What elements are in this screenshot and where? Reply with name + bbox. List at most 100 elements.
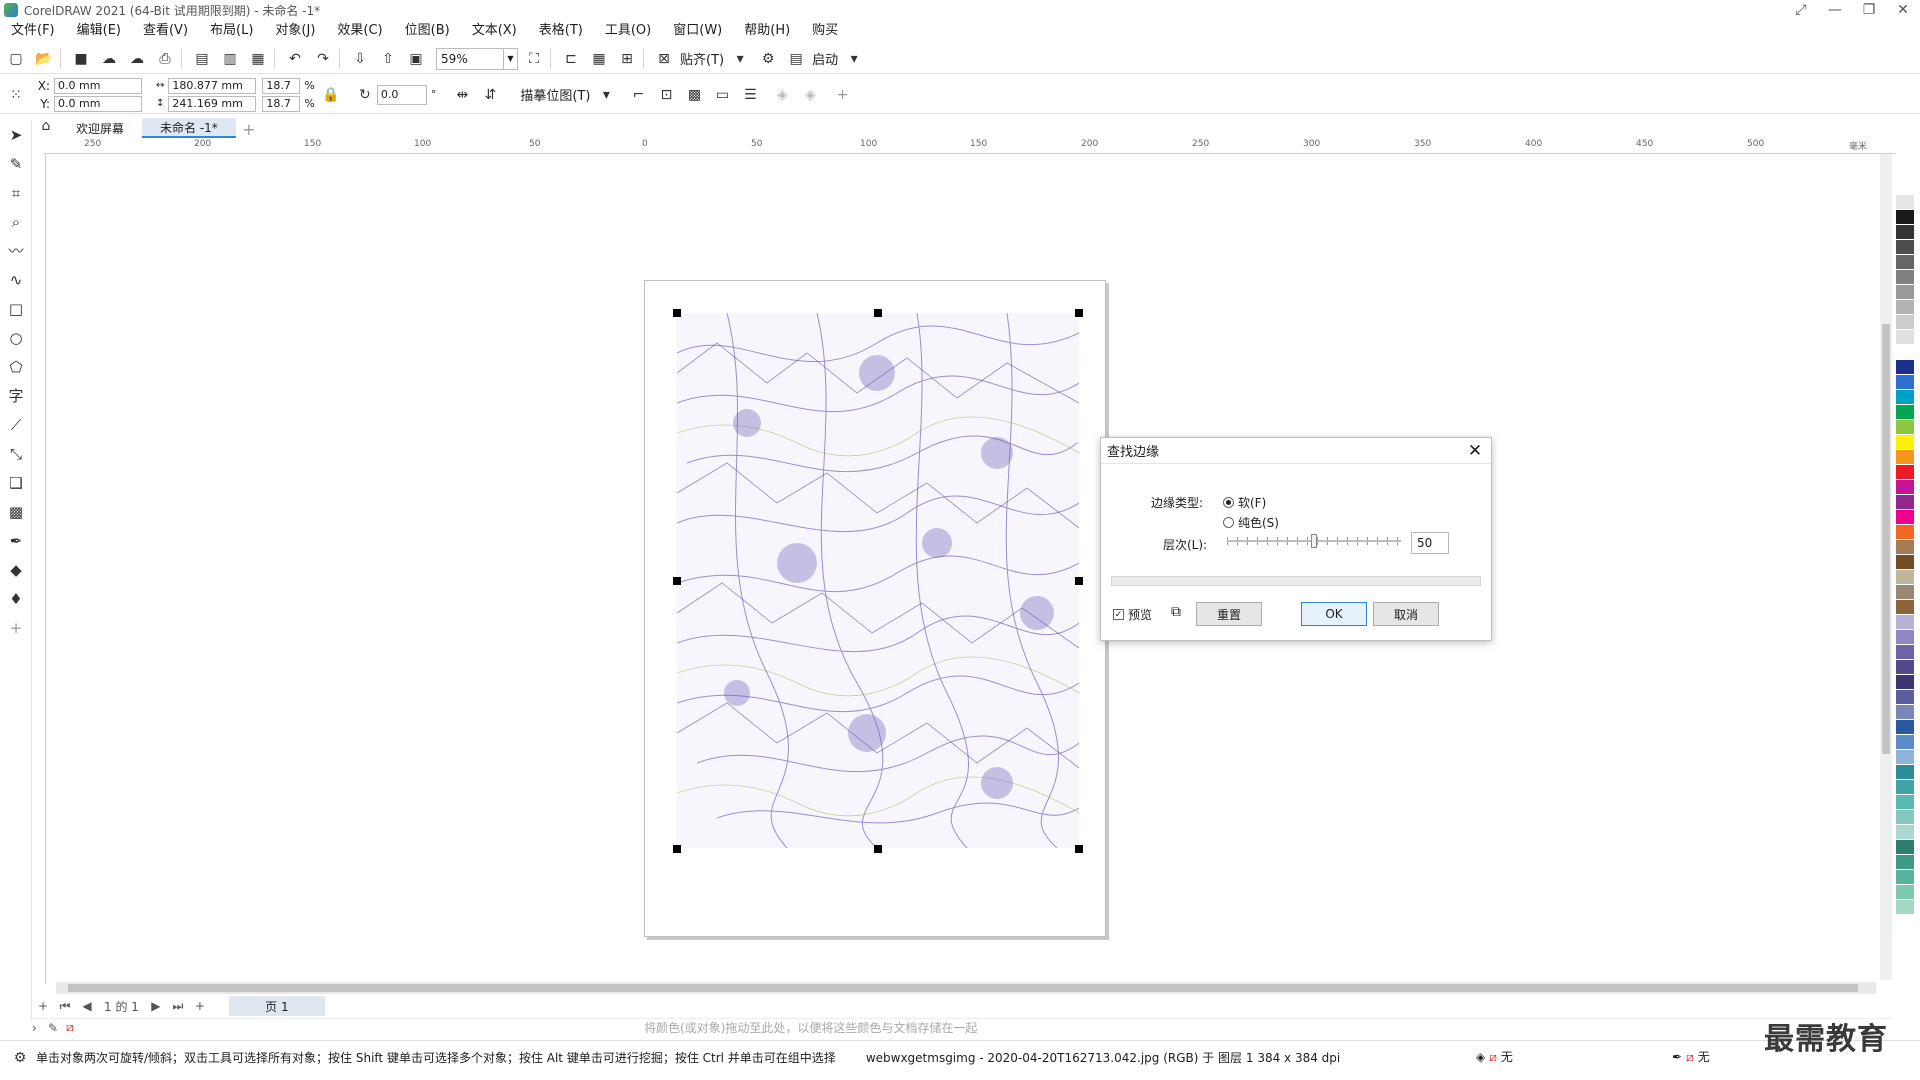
chevron-down-icon[interactable]: ▼	[503, 48, 517, 69]
color-swatch[interactable]	[1896, 315, 1914, 330]
add-page-after-icon[interactable]: +	[189, 999, 211, 1013]
mirror-vertical-icon[interactable]: ⇵	[478, 83, 502, 107]
grid-icon[interactable]: ▦	[587, 47, 611, 71]
preview-checkbox[interactable]: ✓ 预览	[1113, 606, 1152, 623]
color-swatch[interactable]	[1896, 345, 1914, 360]
menu-view[interactable]: 查看(V)	[132, 20, 199, 42]
color-swatch[interactable]	[1896, 240, 1914, 255]
tab-document[interactable]: 未命名 -1*	[142, 118, 236, 138]
add-icon[interactable]: +	[830, 83, 854, 107]
cloud-download-icon[interactable]: ☁	[125, 47, 149, 71]
pdf-icon[interactable]: ▣	[404, 47, 428, 71]
level-slider[interactable]	[1227, 534, 1401, 548]
color-swatch[interactable]	[1896, 630, 1914, 645]
object-origin-icon[interactable]: ⁙	[4, 83, 28, 107]
color-swatch[interactable]	[1896, 285, 1914, 300]
eyedropper-icon[interactable]: ✎	[48, 1021, 66, 1035]
color-swatch[interactable]	[1896, 810, 1914, 825]
color-swatch[interactable]	[1896, 900, 1914, 915]
menu-buy[interactable]: 购买	[801, 20, 849, 42]
selection-handle[interactable]	[673, 577, 681, 585]
menu-table[interactable]: 表格(T)	[528, 20, 594, 42]
cancel-button[interactable]: 取消	[1373, 602, 1439, 626]
freehand-tool-icon[interactable]: 〰	[0, 236, 32, 265]
ellipse-tool-icon[interactable]: ○	[0, 323, 32, 352]
color-swatch[interactable]	[1896, 570, 1914, 585]
interactive-fill-tool-icon[interactable]: ◆	[0, 555, 32, 584]
color-swatch[interactable]	[1896, 540, 1914, 555]
color-swatch[interactable]	[1896, 375, 1914, 390]
height-input[interactable]: 241.169 mm	[168, 95, 257, 112]
rulers-icon[interactable]: ⊏	[559, 47, 583, 71]
menu-object[interactable]: 对象(J)	[264, 20, 326, 42]
color-swatch[interactable]	[1896, 555, 1914, 570]
color-swatch[interactable]	[1896, 195, 1914, 210]
color-swatch[interactable]	[1896, 825, 1914, 840]
color-swatch[interactable]	[1896, 360, 1914, 375]
mirror-horizontal-icon[interactable]: ⇹	[450, 83, 474, 107]
zoom-level-select[interactable]: 59% ▼	[436, 47, 518, 70]
ok-button[interactable]: OK	[1301, 602, 1367, 626]
color-swatch[interactable]	[1896, 420, 1914, 435]
zoom-tool-icon[interactable]: ⌕	[0, 207, 32, 236]
menu-tools[interactable]: 工具(O)	[594, 20, 662, 42]
save-icon[interactable]: ■	[69, 47, 93, 71]
reset-button[interactable]: 重置	[1196, 602, 1262, 626]
pick-tool-icon[interactable]: ➤	[0, 120, 32, 149]
checkbox-checked-icon[interactable]: ✓	[1113, 609, 1124, 620]
undo-icon[interactable]: ↶	[283, 47, 307, 71]
launch-icon[interactable]: ▤	[784, 47, 808, 71]
home-icon[interactable]: ⌂	[34, 114, 58, 138]
crop-bitmap-icon[interactable]: ⌐	[626, 83, 650, 107]
crop-tool-icon[interactable]: ⌗	[0, 178, 32, 207]
color-swatch[interactable]	[1896, 645, 1914, 660]
next-page-icon[interactable]: ▶	[145, 999, 167, 1013]
chevron-down-icon[interactable]: ▾	[594, 83, 618, 107]
popout-icon[interactable]: ⧉	[1171, 604, 1181, 620]
document-palette[interactable]: › ✎ ⧄ 将颜色(或对象)拖动至此处，以便将这些颜色与文档存储在一起	[32, 1018, 1892, 1036]
y-position-input[interactable]: 0.0 mm	[54, 95, 142, 112]
minimize-button[interactable]: —	[1818, 0, 1852, 20]
color-swatch[interactable]	[1896, 390, 1914, 405]
menu-edit[interactable]: 编辑(E)	[66, 20, 132, 42]
scrollbar-thumb[interactable]	[68, 984, 1858, 992]
new-document-icon[interactable]: ▢	[4, 47, 28, 71]
status-settings-gear-icon[interactable]: ⚙	[8, 1046, 32, 1070]
color-swatch[interactable]	[1896, 795, 1914, 810]
menu-bitmaps[interactable]: 位图(B)	[394, 20, 461, 42]
chevron-down-icon[interactable]: ▾	[728, 47, 752, 71]
color-swatch[interactable]	[1896, 435, 1914, 450]
to-back-icon[interactable]: ◈	[798, 83, 822, 107]
radio-soft[interactable]: 软(F)	[1223, 494, 1266, 511]
color-swatch[interactable]	[1896, 450, 1914, 465]
level-input[interactable]: 50	[1411, 532, 1449, 554]
color-swatch[interactable]	[1896, 720, 1914, 735]
color-swatch[interactable]	[1896, 525, 1914, 540]
drop-shadow-tool-icon[interactable]: ❑	[0, 468, 32, 497]
color-swatch[interactable]	[1896, 780, 1914, 795]
color-swatch[interactable]	[1896, 180, 1914, 195]
restore-button[interactable]: ❐	[1852, 0, 1886, 20]
color-swatch[interactable]	[1896, 885, 1914, 900]
color-swatch[interactable]	[1896, 705, 1914, 720]
color-swatch[interactable]	[1896, 270, 1914, 285]
color-swatch[interactable]	[1896, 855, 1914, 870]
scale-x-input[interactable]: 18.7	[262, 77, 301, 94]
connector-tool-icon[interactable]: ⤡	[0, 439, 32, 468]
text-wrap-icon[interactable]: ☰	[738, 83, 762, 107]
no-color-swatch-icon[interactable]: ⧄	[66, 1020, 84, 1035]
page-tab[interactable]: 页 1	[228, 996, 325, 1016]
color-swatch[interactable]	[1896, 750, 1914, 765]
color-swatch[interactable]	[1896, 675, 1914, 690]
scrollbar-thumb[interactable]	[1882, 324, 1890, 754]
chevron-right-icon[interactable]: ›	[32, 1021, 48, 1035]
settings-gear-icon[interactable]: ⚙	[756, 47, 780, 71]
to-front-icon[interactable]: ◈	[770, 83, 794, 107]
color-swatch[interactable]	[1896, 465, 1914, 480]
chevron-down-icon[interactable]: ▾	[842, 47, 866, 71]
add-tool-icon[interactable]: +	[0, 613, 32, 642]
menu-layout[interactable]: 布局(L)	[199, 20, 264, 42]
eyedropper-tool-icon[interactable]: ✒	[0, 526, 32, 555]
shape-tool-icon[interactable]: ✎	[0, 149, 32, 178]
rotate-icon[interactable]: ↻	[353, 83, 377, 107]
